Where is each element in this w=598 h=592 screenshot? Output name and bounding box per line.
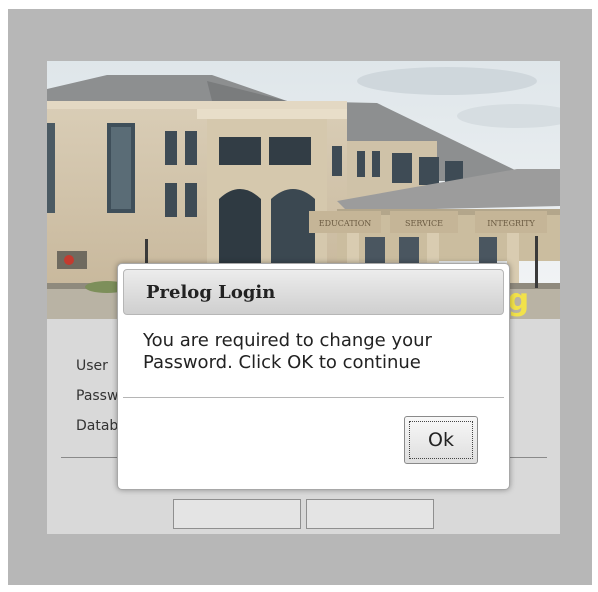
login-button-background[interactable] [173, 499, 301, 529]
dialog-divider [123, 397, 504, 398]
dialog-titlebar[interactable]: Prelog Login [123, 269, 504, 315]
focus-ring [409, 421, 473, 459]
dialog-message: You are required to change your Password… [143, 330, 432, 373]
password-label: Passw [76, 388, 119, 404]
sign-word-service: SERVICE [405, 219, 443, 228]
sign-word-integrity: INTEGRITY [487, 219, 535, 228]
cancel-button-background[interactable] [306, 499, 434, 529]
database-label: Datab [76, 418, 119, 434]
prelog-login-dialog: Prelog Login You are required to change … [117, 263, 510, 490]
user-label: User [76, 358, 108, 374]
ok-button[interactable]: Ok [404, 416, 478, 464]
dialog-title: Prelog Login [146, 282, 276, 303]
sign-word-education: EDUCATION [319, 219, 372, 228]
